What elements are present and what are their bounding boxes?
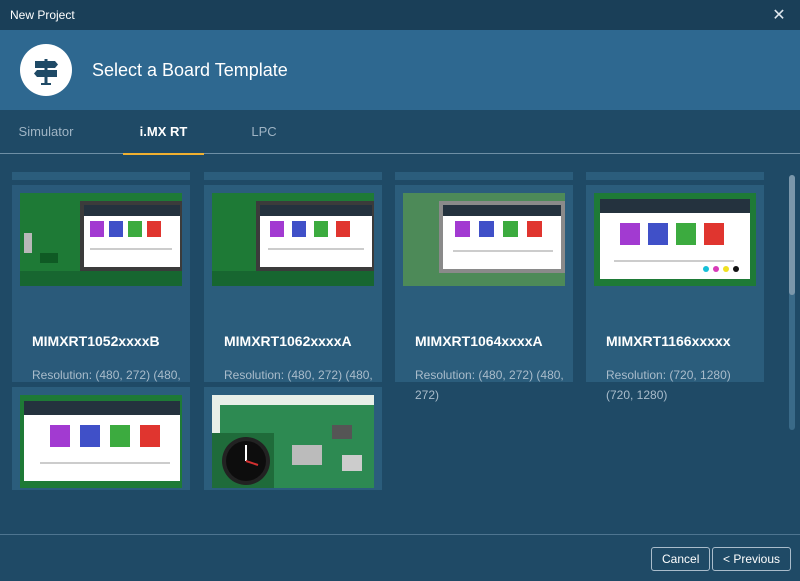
board-card[interactable]: MIMXRT1052xxxxB Resolution: (480, 272) (… [12,185,190,402]
board-image [212,395,374,488]
close-icon[interactable]: ✕ [768,4,790,26]
board-card[interactable]: MIMXRT1062xxxxA Resolution: (480, 272) (… [204,185,382,402]
previous-button[interactable]: < Previous [712,547,792,571]
tab-simulator[interactable]: Simulator [10,110,82,154]
board-resolution: Resolution: (720, 1280) (720, 1280) [606,368,731,402]
card-edge [204,172,382,180]
dialog-header: Select a Board Template [0,30,800,110]
board-image [403,193,565,286]
vertical-scrollbar[interactable] [789,175,795,430]
tab-lpc[interactable]: LPC [238,110,290,154]
board-name: MIMXRT1166xxxxx [606,333,731,349]
card-edge [12,172,190,180]
board-name: MIMXRT1052xxxxB [32,333,160,349]
cancel-button[interactable]: Cancel [651,547,711,571]
board-image [20,395,182,488]
board-card[interactable]: MIMXRT1064xxxxA Resolution: (480, 272) (… [395,185,573,402]
board-card[interactable]: MIMXRT1166xxxxx Resolution: (720, 1280) … [586,185,764,402]
dialog-footer: Cancel < Previous [0,534,800,581]
tab-bar: Simulator i.MX RT LPC [0,110,800,155]
board-card[interactable] [12,387,190,490]
board-image [20,193,182,286]
tab-imx-rt[interactable]: i.MX RT [123,110,204,155]
signpost-icon [20,44,72,96]
board-image [212,193,374,286]
card-edge [395,172,573,180]
board-name: MIMXRT1062xxxxA [224,333,352,349]
window-title: New Project [10,8,75,22]
board-name: MIMXRT1064xxxxA [415,333,543,349]
board-list: MIMXRT1052xxxxB Resolution: (480, 272) (… [0,155,800,490]
board-image [594,193,756,286]
page-title: Select a Board Template [92,59,288,80]
scrollbar-thumb[interactable] [789,175,795,295]
board-card[interactable] [204,387,382,490]
card-edge [586,172,764,180]
title-bar: New Project ✕ [0,0,800,30]
board-resolution: Resolution: (480, 272) (480, 272) [415,368,564,402]
